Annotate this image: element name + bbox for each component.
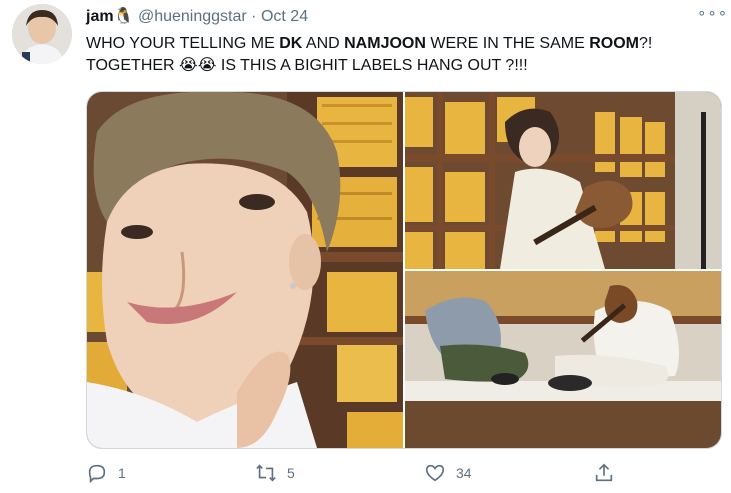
author-name[interactable]: jam — [86, 8, 114, 25]
retweet-count: 5 — [287, 465, 295, 481]
avatar[interactable] — [12, 4, 72, 64]
share-button[interactable] — [593, 462, 615, 484]
share-icon — [595, 463, 613, 482]
crying-emoji: 😭😭 — [179, 57, 217, 74]
like-count: 34 — [456, 465, 472, 481]
heart-icon — [425, 464, 445, 482]
tweet-actions: 1 5 34 — [0, 462, 731, 486]
reply-button[interactable]: 1 — [86, 462, 126, 484]
author-handle[interactable]: @hueninggstar — [138, 8, 247, 25]
tweet-header: jam🐧 @hueninggstar · Oct 24 — [86, 6, 308, 26]
photo-selfie[interactable] — [87, 92, 403, 448]
separator: · — [251, 8, 257, 25]
like-button[interactable]: 34 — [424, 462, 472, 484]
media-grid — [86, 91, 722, 449]
reply-count: 1 — [118, 465, 126, 481]
timestamp[interactable]: Oct 24 — [261, 8, 308, 25]
photo-guitar-shelves[interactable] — [405, 92, 721, 269]
reply-icon — [88, 464, 106, 484]
photo-two-sitting[interactable] — [405, 271, 721, 448]
more-options-icon[interactable]: ∘∘∘ — [697, 4, 728, 22]
tweet-text: WHO YOUR TELLING ME DK AND NAMJOON WERE … — [86, 35, 653, 74]
retweet-icon — [256, 464, 276, 482]
retweet-button[interactable]: 5 — [255, 462, 295, 484]
penguin-emoji: 🐧 — [113, 8, 134, 25]
